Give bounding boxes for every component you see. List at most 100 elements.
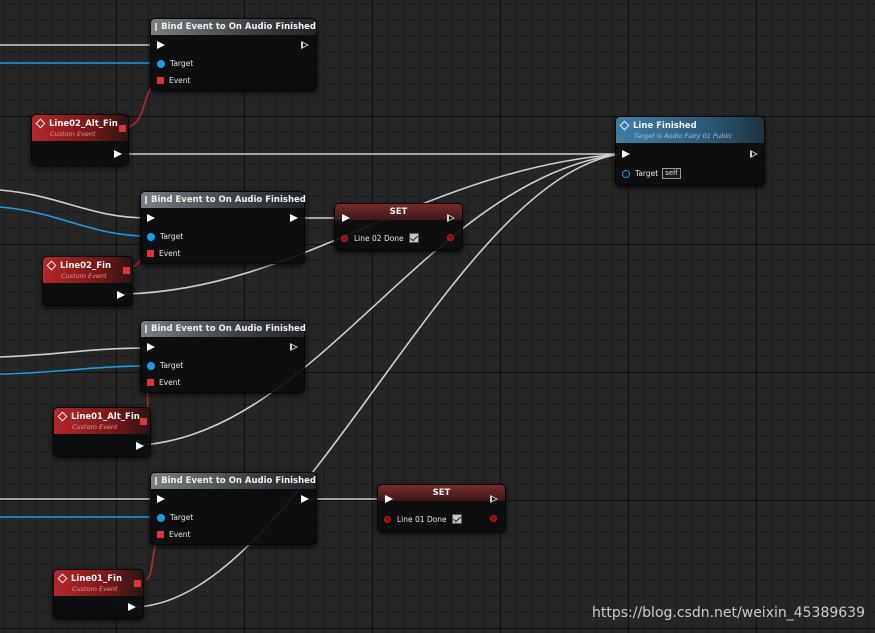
pin-label: Event <box>169 530 191 539</box>
bool-in-pin[interactable]: Line 01 Done <box>384 514 462 524</box>
exec-out-pin[interactable] <box>490 495 498 504</box>
value-checkbox[interactable] <box>408 233 419 243</box>
node-header[interactable]: SET <box>378 485 505 501</box>
function-call-icon <box>619 120 630 131</box>
event-pin[interactable]: Event <box>147 378 181 387</box>
target-pin[interactable]: Target <box>147 361 183 370</box>
node-title: Bind Event to On Audio Finished <box>161 22 316 32</box>
exec-pin-icon <box>147 343 155 351</box>
exec-pin-icon <box>622 150 630 158</box>
pin-label: Line 01 Done <box>397 514 447 524</box>
set-node[interactable]: SET Line 01 Done <box>377 484 506 532</box>
object-pin-icon <box>157 59 165 68</box>
node-title: Line02_Fin <box>60 260 111 271</box>
exec-pin-icon <box>385 495 393 503</box>
object-wire <box>0 206 149 237</box>
bind-event-node[interactable]: Bind Event to On Audio Finished Target E… <box>150 18 317 91</box>
exec-out-pin[interactable] <box>301 41 309 50</box>
value-checkbox[interactable] <box>451 514 462 524</box>
exec-pin-icon <box>342 214 350 222</box>
exec-wire <box>0 189 149 219</box>
node-header[interactable]: Line Finished Target is Audio Fairy 01 P… <box>616 117 764 143</box>
exec-in-pin[interactable] <box>157 495 165 503</box>
exec-pin-icon <box>114 150 122 158</box>
delegate-out-pin[interactable] <box>123 267 130 274</box>
bind-event-node[interactable]: Bind Event to On Audio Finished Target E… <box>140 320 306 393</box>
pin-label: Target <box>160 361 184 370</box>
exec-pin-icon <box>157 41 165 49</box>
exec-out-pin[interactable] <box>301 495 309 503</box>
exec-in-pin[interactable] <box>385 495 393 503</box>
watermark-url: https://blog.csdn.net/weixin_45389639 <box>591 605 865 621</box>
node-header[interactable]: Line01_Fin Custom Event <box>54 570 143 596</box>
object-pin-icon <box>147 232 155 241</box>
exec-out-pin[interactable] <box>117 291 125 299</box>
exec-in-pin[interactable] <box>622 150 630 158</box>
pin-label: Event <box>169 76 191 85</box>
exec-out-pin[interactable] <box>447 214 455 223</box>
event-pin[interactable]: Event <box>157 530 191 539</box>
node-header[interactable]: Bind Event to On Audio Finished <box>151 19 316 35</box>
exec-in-pin[interactable] <box>342 214 350 222</box>
event-pin[interactable]: Event <box>147 249 181 258</box>
bool-out-pin[interactable] <box>490 515 497 522</box>
bool-pin-icon <box>341 234 348 242</box>
set-node[interactable]: SET Line 02 Done <box>334 203 463 251</box>
delegate-pin-icon <box>157 531 164 538</box>
wire-layer <box>0 44 621 608</box>
node-header[interactable]: SET <box>335 204 462 220</box>
exec-out-pin[interactable] <box>136 442 144 450</box>
node-subtitle: Custom Event <box>72 584 118 593</box>
node-header[interactable]: Line02_Fin Custom Event <box>43 257 132 283</box>
custom-event-node[interactable]: Line01_Alt_Fin Custom Event <box>53 407 151 457</box>
object-pin-icon <box>622 169 630 178</box>
bool-out-pin[interactable] <box>447 234 454 241</box>
delegate-pin-icon <box>147 250 154 257</box>
target-self-field[interactable]: self <box>662 168 681 179</box>
event-diamond-icon <box>57 411 68 422</box>
exec-pin-icon <box>147 214 155 222</box>
delegate-out-pin[interactable] <box>134 580 141 587</box>
exec-in-pin[interactable] <box>147 214 155 222</box>
object-pin-icon <box>147 361 155 370</box>
target-pin[interactable]: Target <box>157 513 193 522</box>
node-header[interactable]: Line02_Alt_Fin Custom Event <box>32 115 128 141</box>
target-pin[interactable]: Target <box>157 59 193 68</box>
node-header[interactable]: Bind Event to On Audio Finished <box>151 473 316 489</box>
exec-pin-icon <box>117 291 125 299</box>
exec-wire <box>0 347 148 358</box>
bind-event-node[interactable]: Bind Event to On Audio Finished Target E… <box>140 191 306 264</box>
target-pin[interactable]: Target <box>147 232 183 241</box>
exec-out-pin[interactable] <box>750 150 758 159</box>
node-title: SET <box>432 488 451 498</box>
custom-event-node[interactable]: Line02_Fin Custom Event <box>42 256 133 306</box>
bool-in-pin[interactable]: Line 02 Done <box>341 233 419 243</box>
node-title: Line01_Fin <box>71 573 122 584</box>
function-icon <box>145 196 147 204</box>
exec-out-pin[interactable] <box>290 343 298 352</box>
pin-label: Target <box>160 232 184 241</box>
node-header[interactable]: Line01_Alt_Fin Custom Event <box>54 408 150 434</box>
exec-pin-icon <box>301 41 309 50</box>
exec-in-pin[interactable] <box>147 343 155 351</box>
node-header[interactable]: Bind Event to On Audio Finished <box>141 321 306 337</box>
exec-out-pin[interactable] <box>114 150 122 158</box>
node-title: SET <box>389 207 408 217</box>
pin-label: Event <box>159 249 181 258</box>
node-header[interactable]: Bind Event to On Audio Finished <box>141 192 306 208</box>
event-diamond-icon <box>35 118 46 129</box>
custom-event-node[interactable]: Line01_Fin Custom Event <box>53 569 144 619</box>
node-title: Bind Event to On Audio Finished <box>151 195 306 205</box>
exec-pin-icon <box>290 214 298 222</box>
event-pin[interactable]: Event <box>157 76 191 85</box>
delegate-out-pin[interactable] <box>119 125 126 132</box>
custom-event-node[interactable]: Line02_Alt_Fin Custom Event <box>31 114 129 166</box>
target-pin[interactable]: Target self <box>622 168 681 179</box>
exec-out-pin[interactable] <box>290 214 298 222</box>
exec-in-pin[interactable] <box>157 41 165 49</box>
line-finished-node[interactable]: Line Finished Target is Audio Fairy 01 P… <box>615 116 765 186</box>
bind-event-node[interactable]: Bind Event to On Audio Finished Target E… <box>150 472 317 545</box>
delegate-out-pin[interactable] <box>140 418 147 425</box>
node-title: Bind Event to On Audio Finished <box>151 324 306 334</box>
exec-out-pin[interactable] <box>128 603 136 611</box>
